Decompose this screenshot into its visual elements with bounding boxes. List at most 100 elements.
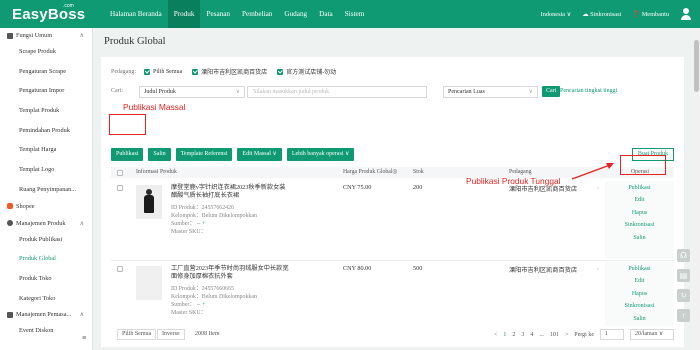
page-1[interactable]: 1 [503,332,506,338]
more-dot-icon: ‹ [597,185,599,191]
goto-page-input[interactable]: 1 [600,329,624,340]
store1-checkbox[interactable] [192,68,199,75]
op-sync[interactable]: Sinkronisasi [605,300,674,312]
chevron-up-icon: ∧ [79,312,84,319]
store2-checkbox[interactable] [277,68,284,75]
next-page-icon[interactable]: > [565,332,568,338]
store-filter: Pedagang: Pilih Semua 溧阳市吉利区凯商百货店 官方测试店铺… [111,67,346,76]
sidebar-group-label: Manajemen Pemasa... [16,311,72,319]
app-logo-suffix: .com [63,3,74,9]
sidebar-item-shop-product[interactable]: Produk Toko [0,269,92,289]
footer-inverse-button[interactable]: Inverse [157,329,185,340]
mass-edit-button[interactable]: Edit Massal ∨ [237,148,282,161]
product-thumbnail[interactable] [136,185,162,219]
product-title[interactable]: 摩登堂鹿v字针织连衣裙2023秋季新款女装醋酸气质长袖打底长衣裙 [171,184,291,199]
megaphone-icon [7,311,13,318]
per-page-select[interactable]: 20/laman ∨ [630,329,674,340]
op-copy[interactable]: Salin [605,313,674,325]
sidebar-item-scrape[interactable]: Scrape Produk [0,42,92,62]
sidebar-item-scrape-settings[interactable]: Pengaturan Scrape [0,62,92,82]
row-checkbox[interactable] [117,266,123,272]
sync-button[interactable]: ☁ Sinkronisasi [582,11,621,18]
op-edit[interactable]: Edit [605,194,674,206]
op-delete[interactable]: Hapus [605,207,674,219]
master-sku: Master SKU： [171,310,207,316]
search-field-select[interactable]: Judul Produk ∨ [139,86,245,98]
sidebar-item-logo-template[interactable]: Templat Logo [0,160,92,180]
annotation-box-single-publish [620,155,666,175]
page-scrollbar[interactable] [693,28,700,350]
prev-page-icon[interactable]: < [494,332,497,338]
select-all-checkbox[interactable] [144,68,150,75]
search-button[interactable]: Cari [542,86,561,97]
sidebar-item-global-product[interactable]: Produk Global [0,249,92,269]
template-reference-button[interactable]: Template Referensi [175,148,233,161]
nav-system[interactable]: Sistem [339,0,371,28]
scrollbar-thumb[interactable] [694,40,699,92]
headset-icon[interactable]: ☊ [677,249,690,262]
footer-select-all-button[interactable]: Pilih Semua [117,329,157,340]
page-3[interactable]: 3 [521,332,524,338]
master-sku: Master SKU： [171,229,207,235]
nav-product[interactable]: Produk [167,0,201,28]
nav-orders[interactable]: Pesanan [200,0,236,28]
sidebar-group-shopee[interactable]: Shopee [0,200,92,213]
page-title: Produk Global [104,36,166,47]
search-input[interactable]: Silakan masukkan judul produk [247,86,427,98]
sidebar-group-general[interactable]: Fungsi Umum ∧ [0,29,92,42]
copy-button[interactable]: Salin [148,148,171,161]
page-101[interactable]: 101 [550,332,559,338]
nav-warehouse[interactable]: Gudang [278,0,313,28]
sidebar-group-marketing[interactable]: Manajemen Pemasa... ∧ [0,308,92,321]
header-checkbox[interactable] [117,169,123,176]
product-thumbnail[interactable] [136,266,162,300]
nav-home[interactable]: Halaman Beranda [104,0,168,28]
sidebar-group-product[interactable]: Manajemen Produk ∧ [0,217,92,230]
document-icon[interactable]: ▤ [677,269,690,282]
publish-button[interactable]: Publikasi [111,148,144,161]
sidebar-item-import-settings[interactable]: Pengaturan Impor [0,81,92,101]
sidebar-item-discount-event[interactable]: Event Diskon [0,321,92,341]
top-navigation-bar: EasyBoss .com Halaman Beranda Produk Pes… [0,0,700,28]
sidebar-item-storage[interactable]: Ruang Penyimpanan... [0,180,92,200]
col-global-price[interactable]: Harga Produk Global◎ [343,169,398,175]
advanced-search-link[interactable]: Pencarian tingkat tinggi [560,88,617,94]
nav-data[interactable]: Data [313,0,339,28]
row-checkbox[interactable] [117,185,123,191]
annotation-mass-publish: Publikasi Massal [123,102,186,112]
chevron-down-icon: ∨ [528,89,533,95]
op-sync[interactable]: Sinkronisasi [605,219,674,231]
app-logo[interactable]: EasyBoss [12,6,85,23]
floating-tools: ☊ ▤ ↻ ↑ [677,249,690,322]
help-label: Membantu [641,11,669,18]
help-button[interactable]: ❓ Membantu [632,10,669,18]
annotation-single-publish: Publikasi Produk Tunggal [466,176,561,186]
top-right-tools: Indonesia ∨ ☁ Sinkronisasi ❓ Membantu [541,0,692,28]
op-publish[interactable]: Publikasi [605,263,674,275]
op-copy[interactable]: Salin [605,232,674,244]
region-selector[interactable]: Indonesia ∨ [541,11,572,18]
nav-purchase[interactable]: Pembelian [236,0,278,28]
page-4[interactable]: 4 [530,332,533,338]
more-operations-button[interactable]: Lebih banyak operasi ∨ [286,148,355,161]
sidebar-item-product-template[interactable]: Templat Produk [0,101,92,121]
table-row: 摩登堂鹿v字针织连衣裙2023秋季新款女装醋酸气质长袖打底长衣裙 ID Prod… [111,181,674,259]
page-ellipsis[interactable]: ... [539,332,544,338]
product-title[interactable]: 工厂直营2023年季节时尚羽绒服女中长款宽面修身加厚棉衣抗外套 [171,265,291,280]
user-avatar-icon[interactable] [680,8,692,20]
menu-collapse-icon[interactable]: ≡ [82,333,87,342]
back-to-top-icon[interactable]: ↑ [677,309,690,322]
op-edit[interactable]: Edit [605,275,674,287]
search-mode-select[interactable]: Pencarian Luas ∨ [443,86,538,98]
product-price: CNY 75.00 [343,184,372,191]
op-delete[interactable]: Hapus [605,288,674,300]
sidebar-item-product-move[interactable]: Pemindahan Produk [0,121,92,141]
store2-label: 官方测试店铺-勿动 [286,70,337,76]
page-2[interactable]: 2 [512,332,515,338]
sidebar-item-price-template[interactable]: Templat Harga [0,140,92,160]
op-publish[interactable]: Publikasi [605,182,674,194]
refresh-icon[interactable]: ↻ [677,289,690,302]
sidebar-item-published[interactable]: Produk Publikasi [0,230,92,250]
sidebar-item-shop-category[interactable]: Kategori Toko [0,289,92,309]
sidebar-group-label: Fungsi Umum [16,32,53,39]
